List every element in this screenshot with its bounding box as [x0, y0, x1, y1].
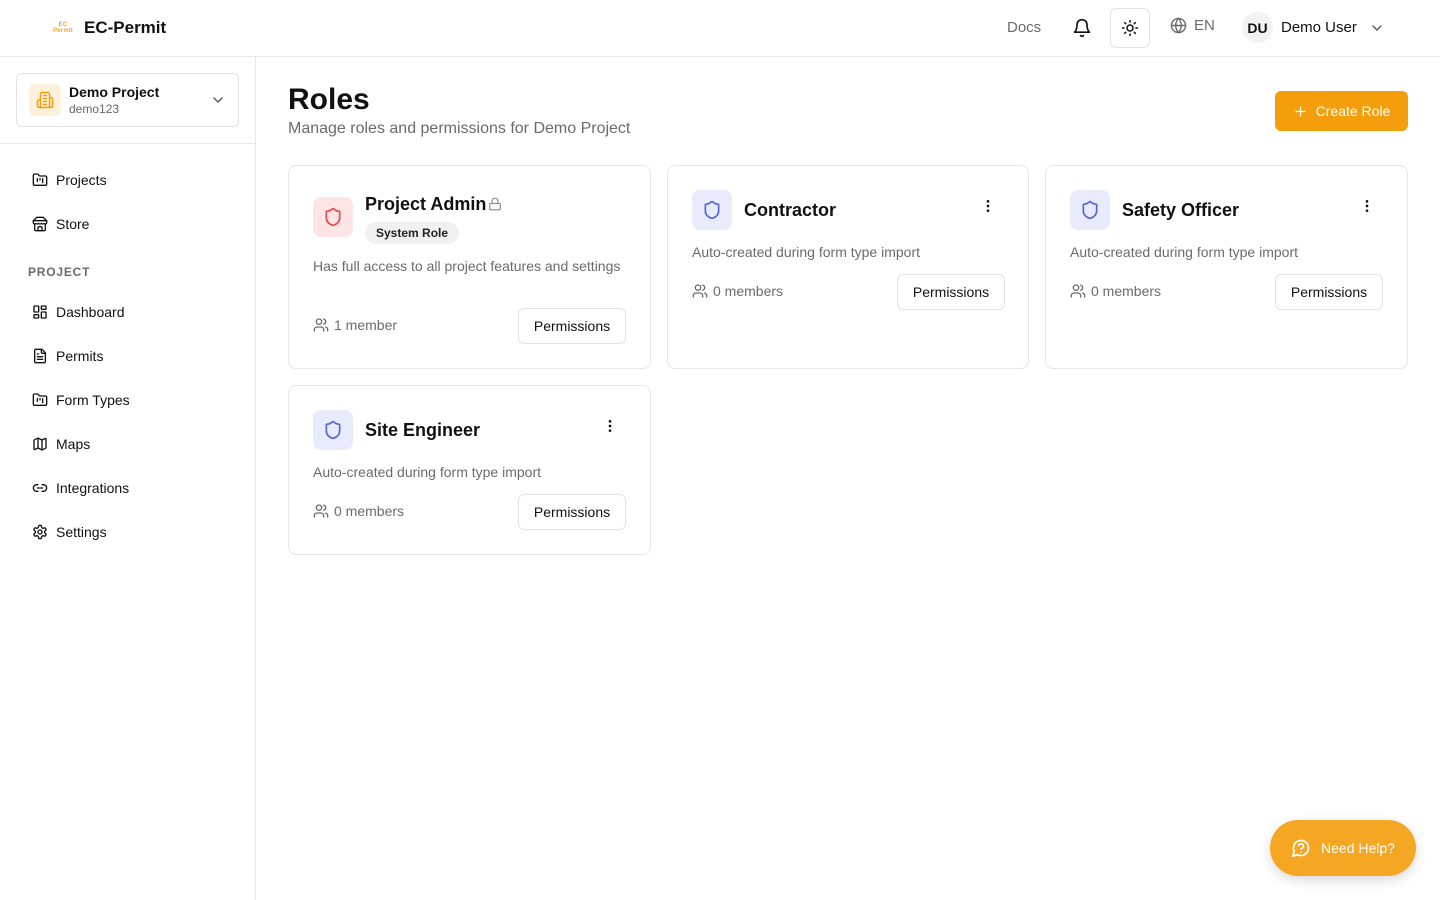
folder-icon: [32, 173, 48, 186]
role-name: Site Engineer: [365, 420, 481, 440]
brand[interactable]: EC Permit EC-Permit: [52, 18, 166, 38]
sun-icon: [1121, 19, 1139, 37]
role-name: Contractor: [744, 200, 837, 220]
page-title: Roles: [288, 83, 370, 116]
sidebar-item-label: Maps: [56, 436, 91, 452]
member-count: 0 members: [692, 283, 783, 299]
create-role-label: Create Role: [1315, 103, 1391, 119]
project-switcher[interactable]: Demo Project demo123: [16, 73, 239, 127]
theme-toggle-button[interactable]: [1110, 8, 1150, 48]
sidebar-divider: [0, 143, 255, 144]
docs-link[interactable]: Docs: [1007, 19, 1041, 36]
role-card-site-engineer: Site Engineer Auto-created during form t…: [288, 385, 651, 555]
role-name: Safety Officer: [1122, 200, 1240, 220]
sidebar-item-label: Dashboard: [56, 304, 125, 320]
member-count: 1 member: [313, 317, 397, 333]
page-subtitle: Manage roles and permissions for Demo Pr…: [288, 120, 631, 137]
member-count: 0 members: [313, 503, 404, 519]
sidebar-item-maps[interactable]: Maps: [24, 426, 239, 462]
sidebar-item-label: Integrations: [56, 480, 130, 496]
users-icon: [692, 284, 708, 298]
user-name: Demo User: [1281, 19, 1357, 36]
dashboard-icon: [33, 305, 47, 319]
sidebar: Demo Project demo123 Projects Store PROJ…: [0, 57, 256, 900]
brand-name: EC-Permit: [84, 18, 167, 37]
project-name: Demo Project: [69, 84, 160, 100]
building-icon: [29, 84, 61, 116]
plus-icon: [1295, 106, 1306, 116]
sidebar-section-label: PROJECT: [28, 265, 91, 279]
role-name: Project Admin: [365, 194, 487, 214]
top-bar: EC Permit EC-Permit Docs EN DU Demo User: [0, 0, 1440, 57]
member-count-label: 0 members: [334, 503, 405, 519]
shield-icon: [313, 197, 353, 237]
gear-icon: [33, 524, 47, 540]
file-icon: [34, 348, 46, 364]
member-count-label: 0 members: [1091, 283, 1162, 299]
lock-icon: [489, 197, 501, 211]
permissions-button[interactable]: Permissions: [897, 274, 1005, 310]
member-count-label: 0 members: [713, 283, 784, 299]
users-icon: [313, 504, 329, 518]
create-role-button[interactable]: Create Role: [1275, 91, 1408, 131]
need-help-button[interactable]: Need Help?: [1270, 820, 1416, 876]
user-menu-button[interactable]: DU Demo User: [1242, 12, 1385, 43]
sidebar-item-permits[interactable]: Permits: [24, 338, 239, 374]
folder-icon: [32, 393, 48, 406]
sidebar-item-integrations[interactable]: Integrations: [24, 470, 239, 506]
users-icon: [313, 318, 329, 332]
sidebar-item-projects[interactable]: Projects: [24, 162, 239, 198]
notifications-button[interactable]: [1062, 8, 1102, 48]
store-icon: [32, 216, 48, 232]
role-description: Has full access to all project features …: [313, 258, 621, 274]
globe-icon: [1170, 17, 1187, 34]
logo-text-bottom: Permit: [53, 28, 73, 34]
shield-icon: [313, 410, 353, 450]
chevron-down-icon: [213, 97, 223, 103]
sidebar-item-label: Settings: [56, 524, 107, 540]
sidebar-item-dashboard[interactable]: Dashboard: [24, 294, 239, 330]
chat-help-icon: [1291, 839, 1310, 858]
need-help-label: Need Help?: [1321, 840, 1395, 856]
member-count: 0 members: [1070, 283, 1161, 299]
users-icon: [1070, 284, 1086, 298]
role-description: Auto-created during form type import: [692, 244, 920, 260]
role-card-safety-officer: Safety Officer Auto-created during form …: [1045, 165, 1408, 369]
permissions-button[interactable]: Permissions: [1275, 274, 1383, 310]
role-card-contractor: Contractor Auto-created during form type…: [667, 165, 1029, 369]
project-code: demo123: [69, 102, 120, 116]
role-card-project-admin: Project Admin System Role Has full acces…: [288, 165, 651, 369]
sidebar-item-store[interactable]: Store: [24, 206, 239, 242]
avatar: DU: [1242, 12, 1273, 43]
sidebar-item-label: Projects: [56, 172, 107, 188]
more-options-icon[interactable]: [598, 414, 622, 438]
language-label: EN: [1194, 17, 1215, 34]
brand-logo: EC Permit: [52, 18, 74, 38]
role-description: Auto-created during form type import: [313, 464, 541, 480]
system-role-badge: System Role: [365, 222, 460, 244]
sidebar-item-settings[interactable]: Settings: [24, 514, 239, 550]
link-icon: [32, 484, 48, 492]
member-count-label: 1 member: [334, 317, 398, 333]
shield-icon: [1070, 190, 1110, 230]
permissions-button[interactable]: Permissions: [518, 308, 626, 344]
language-selector[interactable]: EN: [1170, 17, 1215, 34]
permissions-button[interactable]: Permissions: [518, 494, 626, 530]
sidebar-item-label: Permits: [56, 348, 104, 364]
shield-icon: [692, 190, 732, 230]
sidebar-item-form-types[interactable]: Form Types: [24, 382, 239, 418]
bell-icon: [1073, 18, 1091, 38]
chevron-down-icon: [1372, 24, 1382, 31]
sidebar-item-label: Form Types: [56, 392, 130, 408]
more-options-icon[interactable]: [1355, 194, 1379, 218]
sidebar-item-label: Store: [56, 216, 90, 232]
role-description: Auto-created during form type import: [1070, 244, 1298, 260]
more-options-icon[interactable]: [976, 194, 1000, 218]
map-icon: [33, 437, 47, 451]
